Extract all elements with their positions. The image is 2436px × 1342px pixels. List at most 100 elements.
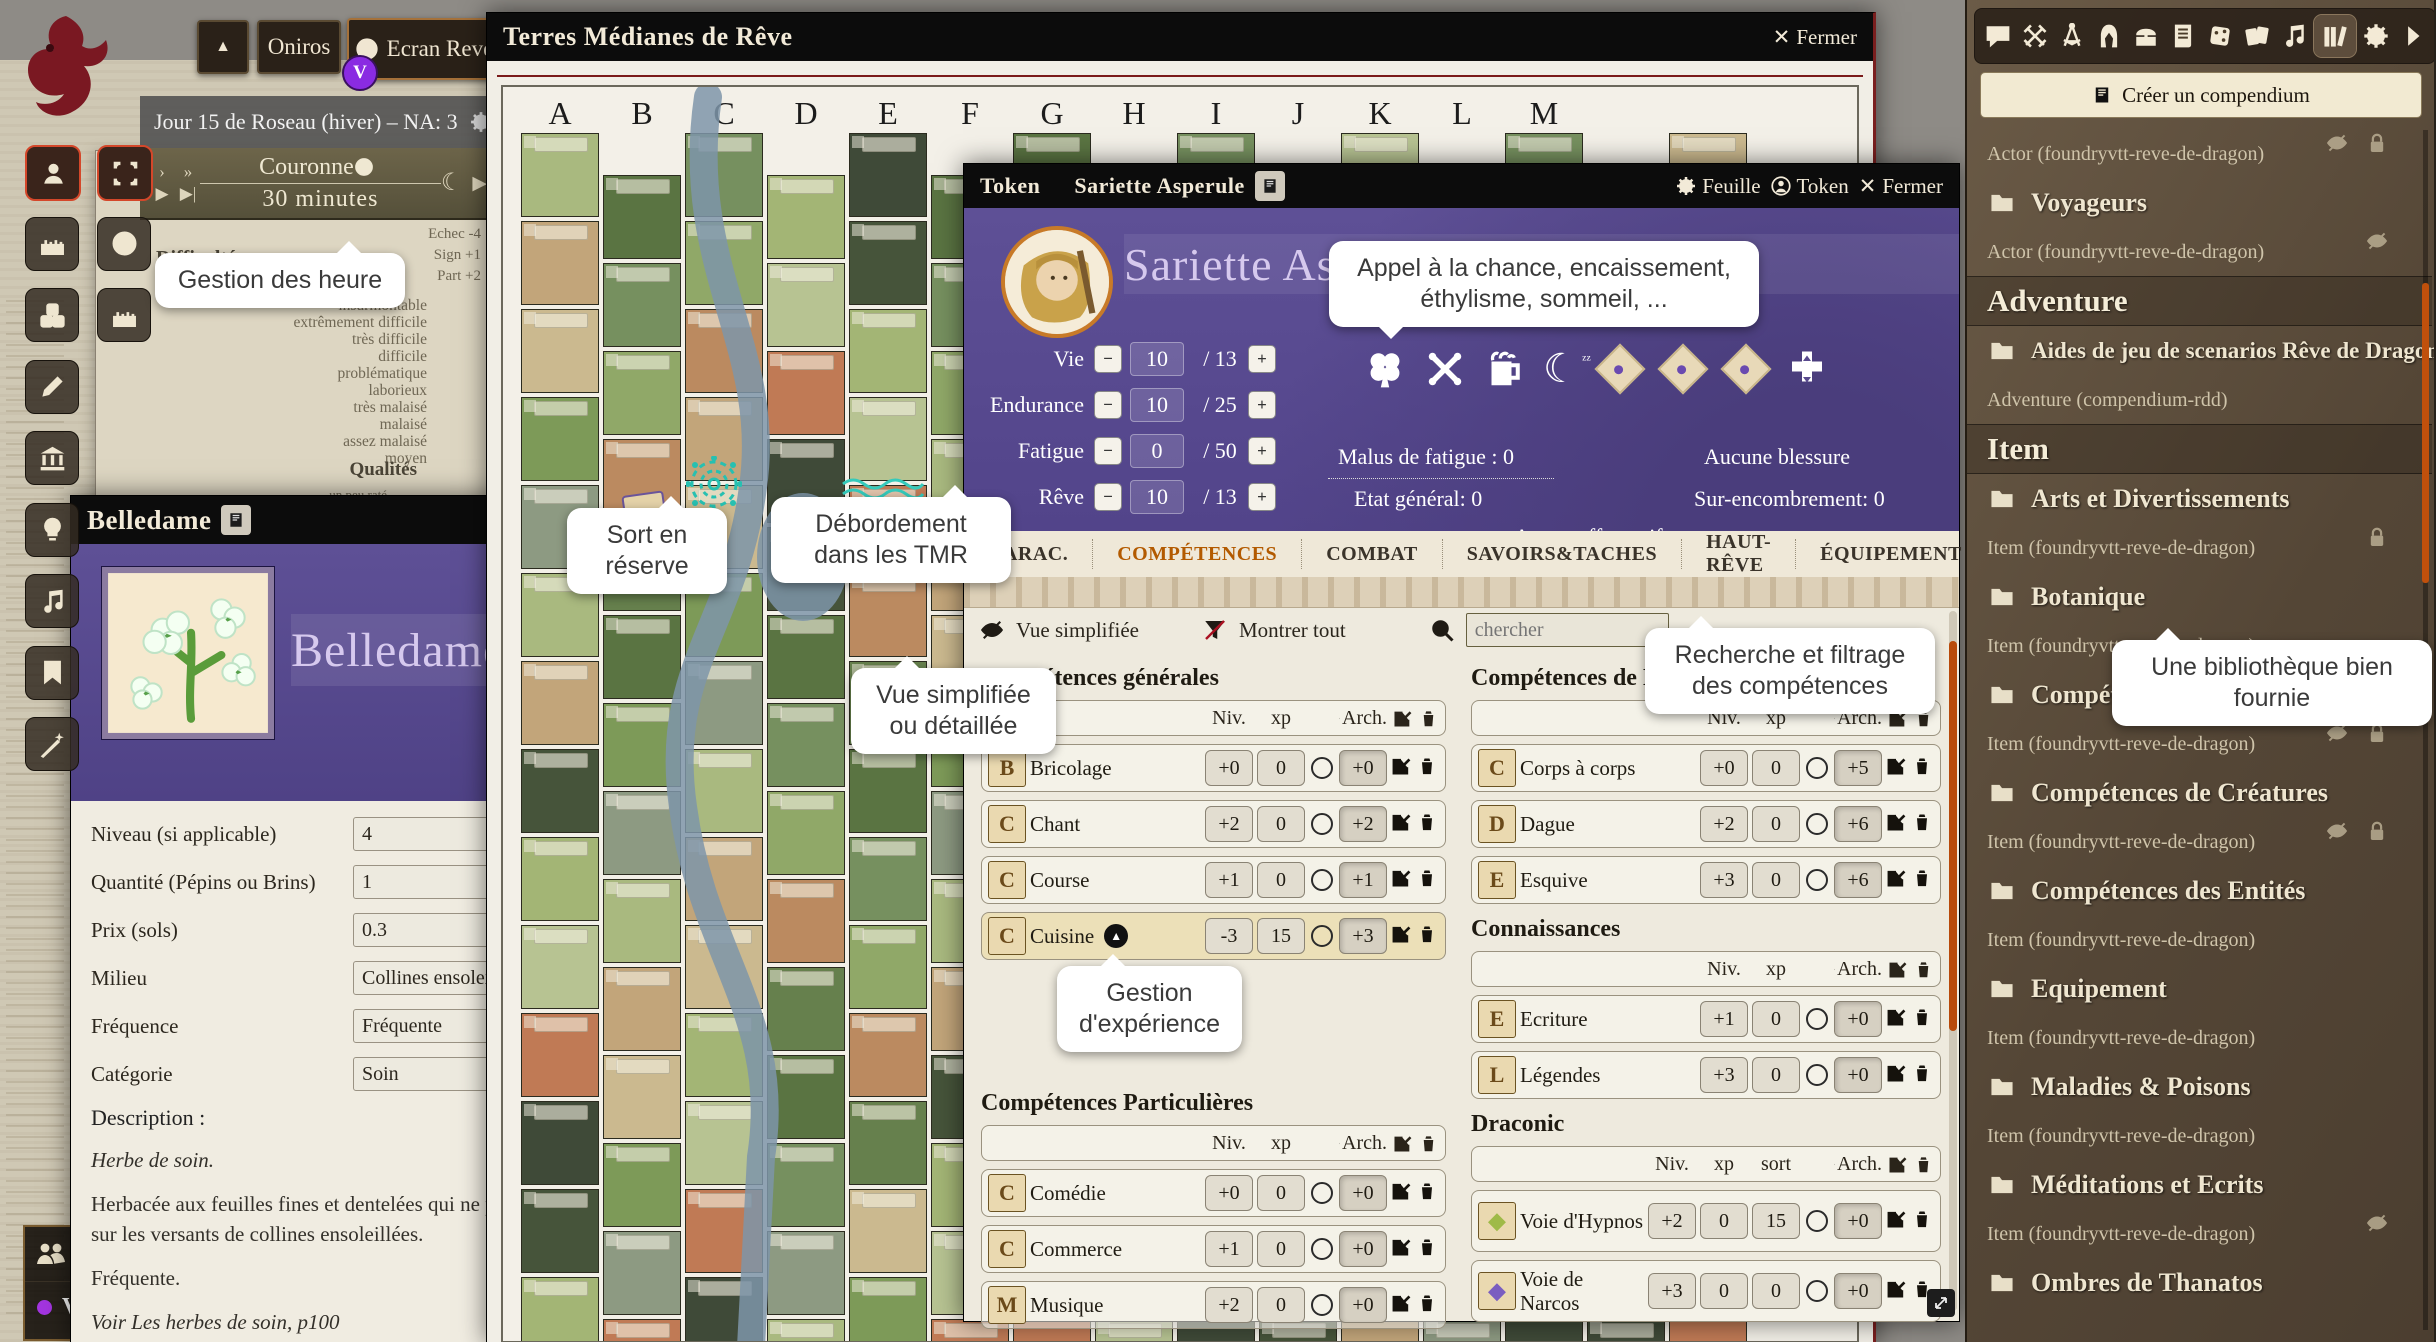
- niv-value[interactable]: +2: [1700, 806, 1748, 842]
- niv-value[interactable]: +2: [1205, 806, 1253, 842]
- niv-value[interactable]: +1: [1205, 1231, 1253, 1267]
- niv-value[interactable]: +3: [1700, 862, 1748, 898]
- tmr-cell[interactable]: [603, 1055, 681, 1139]
- edit-icon[interactable]: [1391, 1237, 1411, 1257]
- roll-circle[interactable]: [1806, 869, 1828, 891]
- sort-value[interactable]: 15: [1752, 1203, 1800, 1239]
- stat-value[interactable]: 10: [1130, 388, 1184, 422]
- niv-value[interactable]: +0: [1205, 1175, 1253, 1211]
- tmr-cell[interactable]: [603, 351, 681, 435]
- book-icon[interactable]: [1255, 171, 1285, 201]
- blessure-diamond-3-icon[interactable]: [1720, 344, 1771, 395]
- compendium-folder[interactable]: Arts et Divertissements: [1967, 474, 2432, 524]
- trash-icon[interactable]: [1417, 756, 1437, 776]
- roll-circle[interactable]: [1806, 757, 1828, 779]
- stat-minus-button[interactable]: −: [1094, 345, 1122, 373]
- tmr-cell[interactable]: [849, 1277, 927, 1342]
- stat-value[interactable]: 0: [1130, 434, 1184, 468]
- xp-value[interactable]: 0: [1752, 750, 1800, 786]
- tmr-cell[interactable]: [521, 661, 599, 745]
- roll-circle[interactable]: [1806, 1008, 1828, 1030]
- sidebar-tab-chat[interactable]: [1981, 19, 2015, 53]
- tmr-cell[interactable]: [685, 1277, 763, 1342]
- edit-icon[interactable]: [1391, 924, 1411, 944]
- vue-simplifiee-toggle[interactable]: Vue simplifiée: [1016, 618, 1139, 643]
- arch-value[interactable]: +0: [1339, 750, 1387, 786]
- tmr-cell[interactable]: [767, 791, 845, 875]
- edit-icon[interactable]: [1886, 1007, 1906, 1027]
- actors-tool-button[interactable]: [25, 145, 81, 201]
- eye-slash-icon[interactable]: [980, 618, 1004, 642]
- sidebar-scrollbar-thumb[interactable]: [2422, 283, 2429, 583]
- xp-value[interactable]: 0: [1257, 750, 1305, 786]
- blessure-diamond-1-icon[interactable]: [1594, 344, 1645, 395]
- sound-tool-button[interactable]: [25, 574, 79, 628]
- tab--quipement[interactable]: ÉQUIPEMENT: [1795, 539, 1986, 569]
- sidebar-tab-actor[interactable]: [2092, 19, 2126, 53]
- belledame-herb-image[interactable]: [101, 566, 275, 740]
- compendium-subtitle[interactable]: Item (foundryvtt-reve-de-dragon): [1967, 524, 2432, 572]
- niv-value[interactable]: +1: [1205, 862, 1253, 898]
- sidebar-tab-dice[interactable]: [2203, 19, 2237, 53]
- sidebar-tab-swords[interactable]: [2018, 19, 2052, 53]
- xp-value[interactable]: 0: [1257, 1231, 1305, 1267]
- xp-value[interactable]: 0: [1752, 862, 1800, 898]
- tmr-cell[interactable]: [521, 925, 599, 1009]
- compendium-subtitle[interactable]: Item (foundryvtt-reve-de-dragon): [1967, 916, 2432, 964]
- trash-icon[interactable]: [1912, 1209, 1932, 1229]
- tmr-cell[interactable]: [849, 1189, 927, 1273]
- tmr-cell[interactable]: [521, 749, 599, 833]
- sidebar-tab-compass[interactable]: [2055, 19, 2089, 53]
- arch-value[interactable]: +6: [1834, 806, 1882, 842]
- stat-plus-button[interactable]: +: [1248, 483, 1276, 511]
- niv-value[interactable]: -3: [1205, 918, 1253, 954]
- sidebar-tab-scroll[interactable]: [2166, 19, 2200, 53]
- trash-icon[interactable]: [1417, 1293, 1437, 1313]
- skill-name[interactable]: Voie d'Hypnos: [1520, 1209, 1644, 1233]
- dice-tool-button[interactable]: [25, 288, 79, 342]
- skill-name[interactable]: Voie de Narcos: [1520, 1267, 1644, 1315]
- book-icon[interactable]: [221, 505, 251, 535]
- arch-value[interactable]: +0: [1339, 1175, 1387, 1211]
- tmr-cell[interactable]: [767, 615, 845, 699]
- trash-icon[interactable]: [1417, 1237, 1437, 1257]
- tmr-cell[interactable]: [767, 1055, 845, 1139]
- tmr-cell[interactable]: [521, 1189, 599, 1273]
- skill-name[interactable]: Bricolage: [1030, 756, 1201, 780]
- xp-value[interactable]: 0: [1752, 806, 1800, 842]
- lock-icon[interactable]: [2366, 820, 2388, 842]
- tab-savoirs&taches[interactable]: SAVOIRS&TACHES: [1442, 539, 1681, 569]
- edit-icon[interactable]: [1391, 756, 1411, 776]
- tmr-cell[interactable]: [849, 1101, 927, 1185]
- eye-slash-icon[interactable]: [2326, 820, 2348, 842]
- arch-up-icon[interactable]: [1834, 960, 1835, 979]
- time-advance-button-0[interactable]: ›: [150, 162, 174, 182]
- xp-value[interactable]: 0: [1752, 1001, 1800, 1037]
- montrer-tout-toggle[interactable]: Montrer tout: [1239, 618, 1346, 643]
- expand-tool-button[interactable]: [97, 145, 153, 201]
- compendium-folder[interactable]: Voyageurs: [1967, 178, 2432, 228]
- arch-up-icon[interactable]: [1339, 1134, 1340, 1153]
- trash-icon[interactable]: [1912, 1063, 1932, 1083]
- eye-slash-icon[interactable]: [2366, 1212, 2388, 1234]
- stat-minus-button[interactable]: −: [1094, 437, 1122, 465]
- niv-value[interactable]: +1: [1700, 1001, 1748, 1037]
- resize-handle[interactable]: [1927, 1289, 1955, 1317]
- trash-icon[interactable]: [1912, 756, 1932, 776]
- time-advance-button-2[interactable]: ▶: [150, 184, 174, 204]
- xp-value[interactable]: 0: [1257, 806, 1305, 842]
- sheet-token-button[interactable]: Token: [1771, 174, 1849, 199]
- skill-name[interactable]: Corps à corps: [1520, 756, 1696, 780]
- compendium-folder[interactable]: Equipement: [1967, 964, 2432, 1014]
- compendium-subtitle[interactable]: Item (foundryvtt-reve-de-dragon): [1967, 1210, 2432, 1258]
- eye-slash-icon[interactable]: [2326, 132, 2348, 154]
- arch-value[interactable]: +0: [1834, 1203, 1882, 1239]
- tmr-cell[interactable]: [849, 1013, 927, 1097]
- tmr-cell[interactable]: [685, 1013, 763, 1097]
- actor-portrait[interactable]: [1001, 226, 1113, 338]
- edit-icon[interactable]: [1888, 960, 1907, 979]
- arch-value[interactable]: +0: [1834, 1001, 1882, 1037]
- niv-value[interactable]: +2: [1648, 1203, 1696, 1239]
- skill-name[interactable]: Musique: [1030, 1293, 1201, 1317]
- tmr-cell[interactable]: [521, 1013, 599, 1097]
